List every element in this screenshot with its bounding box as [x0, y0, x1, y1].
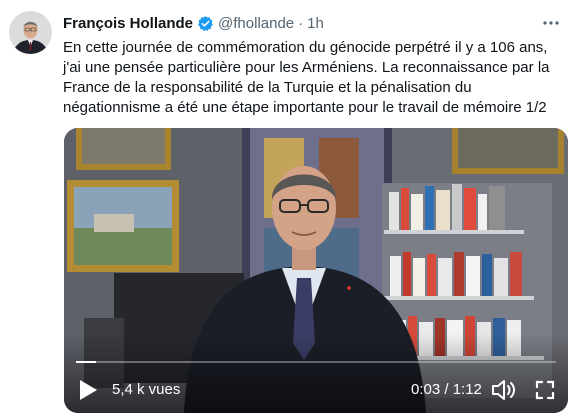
- play-icon[interactable]: [78, 379, 98, 401]
- tweet-text: En cette journée de commémoration du gén…: [63, 39, 550, 116]
- tweet-header: François Hollande @fhollande · 1h: [63, 13, 561, 33]
- volume-icon[interactable]: [491, 378, 517, 402]
- tweet-timestamp[interactable]: 1h: [307, 15, 324, 32]
- avatar[interactable]: [9, 11, 52, 54]
- video-controls: 5,4 k vues 0:03 / 1:12: [64, 367, 568, 413]
- video-timecode: 0:03 / 1:12: [411, 381, 482, 398]
- separator-dot: ·: [298, 14, 304, 32]
- view-count: 5,4 k vues: [112, 381, 181, 398]
- video-player[interactable]: 5,4 k vues 0:03 / 1:12: [64, 128, 568, 413]
- more-options-icon[interactable]: [541, 13, 561, 33]
- fullscreen-icon[interactable]: [535, 380, 555, 400]
- video-progress-fill: [76, 361, 97, 363]
- video-progress-bar[interactable]: [76, 361, 556, 363]
- author-name[interactable]: François Hollande: [63, 15, 193, 32]
- avatar-image: [9, 11, 52, 54]
- author-handle[interactable]: @fhollande: [218, 15, 294, 32]
- verified-badge-icon: [198, 15, 213, 31]
